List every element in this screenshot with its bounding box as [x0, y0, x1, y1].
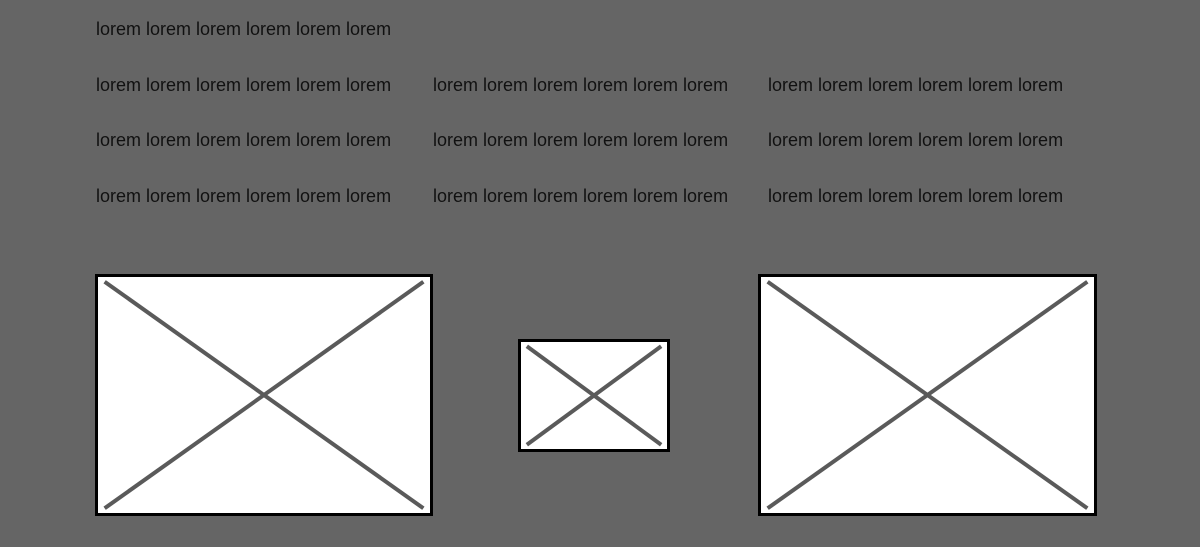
text-line: lorem lorem lorem lorem lorem lorem — [433, 75, 729, 95]
text-line: lorem lorem lorem lorem lorem lorem — [433, 130, 729, 150]
image-placeholder-icon — [98, 277, 430, 513]
text-line: lorem lorem lorem lorem lorem lorem — [96, 186, 392, 206]
text-line: lorem lorem lorem lorem lorem lorem — [96, 130, 392, 150]
text-line: lorem lorem lorem lorem lorem lorem — [768, 130, 1064, 150]
text-line: lorem lorem lorem lorem lorem lorem — [96, 75, 392, 95]
image-placeholder-left — [95, 274, 433, 516]
text-line: lorem lorem lorem lorem lorem lorem — [96, 19, 392, 39]
text-line: lorem lorem lorem lorem lorem lorem — [768, 75, 1064, 95]
image-placeholder-right — [758, 274, 1097, 516]
image-placeholder-center — [518, 339, 670, 452]
text-line: lorem lorem lorem lorem lorem lorem — [433, 186, 729, 206]
image-placeholder-icon — [761, 277, 1094, 513]
image-placeholder-icon — [521, 342, 667, 449]
text-line: lorem lorem lorem lorem lorem lorem — [768, 186, 1064, 206]
